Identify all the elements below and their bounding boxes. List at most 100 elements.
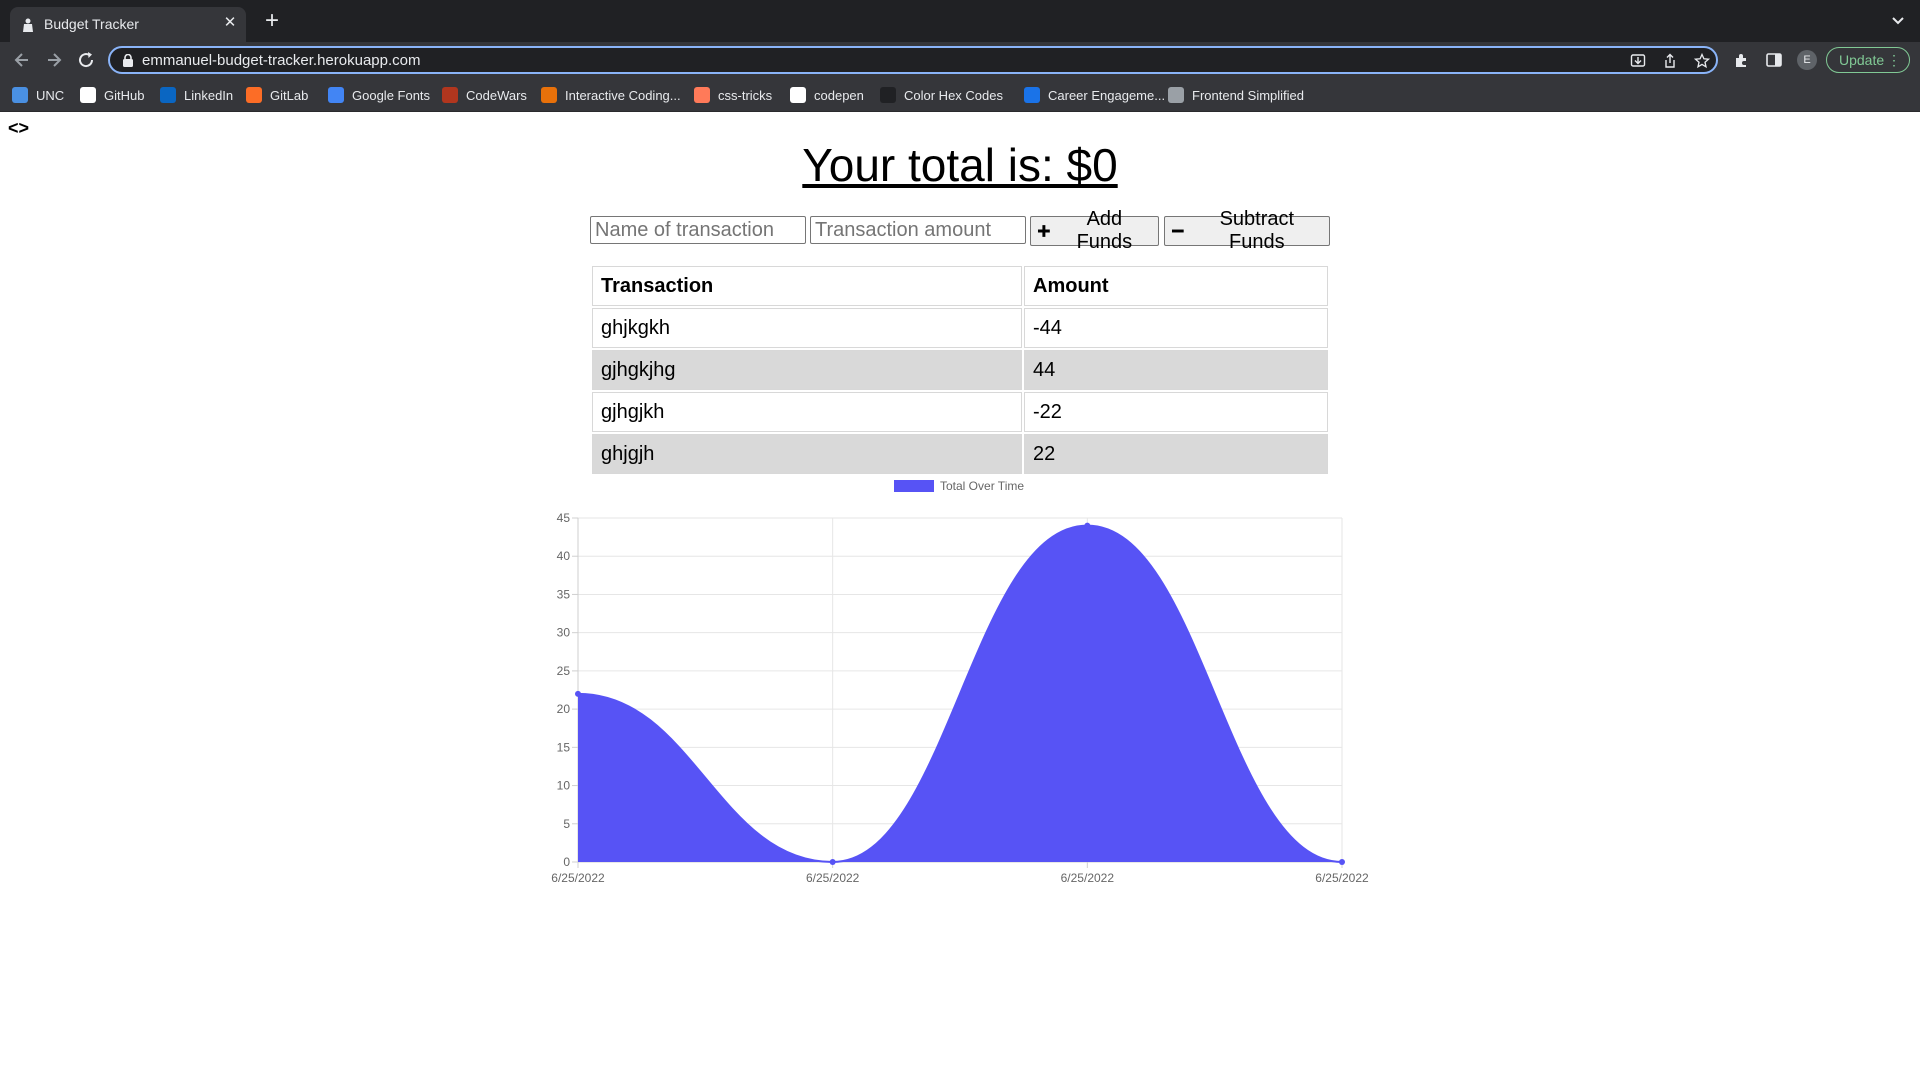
update-button[interactable]: Update ⋮ bbox=[1826, 47, 1910, 73]
x-tick-label: 6/25/2022 bbox=[806, 871, 860, 885]
subtract-funds-label: Subtract Funds bbox=[1219, 208, 1295, 253]
bookmark-star-icon[interactable] bbox=[1694, 53, 1710, 69]
x-tick-label: 6/25/2022 bbox=[1061, 871, 1115, 885]
transaction-name-cell: gjhgjkh bbox=[592, 392, 1022, 432]
profile-avatar[interactable]: E bbox=[1797, 50, 1817, 70]
plus-icon bbox=[1037, 225, 1050, 237]
extensions-icon[interactable] bbox=[1733, 51, 1751, 69]
brand-logo[interactable]: <> bbox=[8, 118, 29, 139]
interactive-coding-icon bbox=[541, 87, 557, 103]
chevron-down-icon[interactable] bbox=[1890, 13, 1906, 29]
add-funds-label: Add Funds bbox=[1076, 208, 1133, 253]
bookmark-interactive-coding[interactable]: Interactive Coding... bbox=[541, 85, 681, 105]
y-tick-label: 35 bbox=[557, 587, 571, 601]
unc-icon bbox=[12, 87, 28, 103]
x-tick-label: 6/25/2022 bbox=[1315, 871, 1369, 885]
forward-icon[interactable] bbox=[44, 50, 64, 70]
table-row: ghjkgkh -44 bbox=[592, 308, 1328, 348]
bookmark-label: GitLab bbox=[270, 87, 309, 103]
transaction-name-cell: ghjgjh bbox=[592, 434, 1022, 474]
bookmark-label: LinkedIn bbox=[184, 87, 234, 103]
transaction-amount-cell: 44 bbox=[1024, 350, 1328, 390]
y-tick-label: 45 bbox=[557, 511, 571, 525]
frontend-simplified-icon bbox=[1168, 87, 1184, 103]
minus-icon bbox=[1171, 229, 1184, 233]
gitlab-icon bbox=[246, 87, 262, 103]
bookmark-label: Frontend Simplified bbox=[1192, 87, 1304, 103]
url-text[interactable]: emmanuel-budget-tracker.herokuapp.com bbox=[142, 52, 420, 69]
table-header-row: Transaction Amount bbox=[592, 266, 1328, 306]
bookmark-label: UNC bbox=[36, 87, 65, 103]
tab-strip: Budget Tracker ✕ + bbox=[0, 0, 1920, 42]
header-amount: Amount bbox=[1024, 266, 1328, 306]
bookmark-label: Interactive Coding... bbox=[565, 87, 681, 103]
bookmark-linkedin[interactable]: LinkedIn bbox=[160, 85, 233, 105]
transaction-name-cell: ghjkgkh bbox=[592, 308, 1022, 348]
transaction-name-cell: gjhgkjhg bbox=[592, 350, 1022, 390]
bookmarks-bar: UNC GitHub LinkedIn GitLab Google Fonts CodeW… bbox=[0, 78, 1920, 112]
y-tick-label: 15 bbox=[557, 740, 571, 754]
update-label: Update bbox=[1839, 52, 1885, 68]
subtract-funds-button[interactable]: Subtract Funds bbox=[1164, 208, 1330, 253]
install-icon[interactable] bbox=[1630, 53, 1646, 69]
legend-label: Total Over Time bbox=[940, 479, 1024, 493]
share-icon[interactable] bbox=[1662, 53, 1678, 69]
table-row: ghjgjh 22 bbox=[592, 434, 1328, 474]
page-content: <> Your total is: $0 Add Funds Subtract … bbox=[0, 112, 1920, 1080]
transaction-form: Add Funds Subtract Funds bbox=[590, 208, 1330, 253]
back-icon[interactable] bbox=[12, 50, 32, 70]
table-row: gjhgjkh -22 bbox=[592, 392, 1328, 432]
budget-favicon-icon bbox=[23, 18, 33, 32]
bookmark-frontend-simplified[interactable]: Frontend Simplified bbox=[1168, 85, 1304, 105]
transactions-table: Transaction Amount ghjkgkh -44 gjhgkjhg … bbox=[590, 264, 1330, 476]
header-transaction: Transaction bbox=[592, 266, 1022, 306]
y-tick-label: 20 bbox=[557, 702, 571, 716]
bookmark-color-hex[interactable]: Color Hex Codes bbox=[880, 85, 1003, 105]
bookmark-gitlab[interactable]: GitLab bbox=[246, 85, 308, 105]
data-point[interactable] bbox=[1084, 522, 1091, 529]
close-tab-icon[interactable]: ✕ bbox=[222, 15, 238, 31]
bookmark-label: GitHub bbox=[104, 87, 145, 103]
data-point[interactable] bbox=[575, 690, 581, 697]
transaction-amount-cell: -44 bbox=[1024, 308, 1328, 348]
reload-icon[interactable] bbox=[76, 50, 96, 70]
color-hex-icon bbox=[880, 87, 896, 103]
transaction-name-input[interactable] bbox=[590, 216, 806, 244]
add-funds-button[interactable]: Add Funds bbox=[1030, 208, 1159, 253]
new-tab-icon[interactable]: + bbox=[262, 9, 282, 33]
address-bar[interactable]: emmanuel-budget-tracker.herokuapp.com bbox=[108, 46, 1718, 74]
legend-swatch bbox=[894, 480, 934, 492]
bookmark-codewars[interactable]: CodeWars bbox=[442, 85, 527, 105]
total-over-time-chart: 0 5 10 15 20 25 30 35 40 45 6/25/2022 6/25/2022 6/25… bbox=[551, 479, 1369, 885]
browser-tab[interactable]: Budget Tracker ✕ bbox=[10, 7, 246, 42]
linkedin-icon bbox=[160, 87, 176, 103]
table-row: gjhgkjhg 44 bbox=[592, 350, 1328, 390]
bookmark-google-fonts[interactable]: Google Fonts bbox=[328, 85, 430, 105]
total-heading: Your total is: $0 bbox=[802, 139, 1118, 191]
bookmark-codepen[interactable]: codepen bbox=[790, 85, 864, 105]
bookmark-css-tricks[interactable]: css-tricks bbox=[694, 85, 772, 105]
bookmark-github[interactable]: GitHub bbox=[80, 85, 144, 105]
bookmark-label: Career Engageme... bbox=[1048, 87, 1166, 103]
y-tick-label: 30 bbox=[557, 626, 571, 640]
y-tick-label: 40 bbox=[557, 549, 571, 563]
lock-icon[interactable] bbox=[122, 54, 134, 67]
bookmark-label: CodeWars bbox=[466, 87, 527, 103]
github-icon bbox=[80, 87, 96, 103]
y-tick-label: 0 bbox=[563, 855, 570, 869]
codewars-icon bbox=[442, 87, 458, 103]
bookmark-label: css-tricks bbox=[718, 87, 773, 103]
transaction-amount-input[interactable] bbox=[810, 216, 1026, 244]
css-tricks-icon bbox=[694, 87, 710, 103]
more-menu-icon[interactable]: ⋮ bbox=[1887, 48, 1901, 72]
bookmark-label: codepen bbox=[814, 87, 864, 103]
data-point[interactable] bbox=[1339, 859, 1345, 865]
y-tick-label: 5 bbox=[563, 817, 570, 831]
career-icon bbox=[1024, 87, 1040, 103]
y-tick-label: 25 bbox=[557, 664, 571, 678]
x-tick-label: 6/25/2022 bbox=[551, 871, 605, 885]
data-point[interactable] bbox=[829, 859, 836, 865]
bookmark-unc[interactable]: UNC bbox=[12, 85, 64, 105]
bookmark-career[interactable]: Career Engageme... bbox=[1024, 85, 1165, 105]
side-panel-icon[interactable] bbox=[1765, 51, 1783, 69]
